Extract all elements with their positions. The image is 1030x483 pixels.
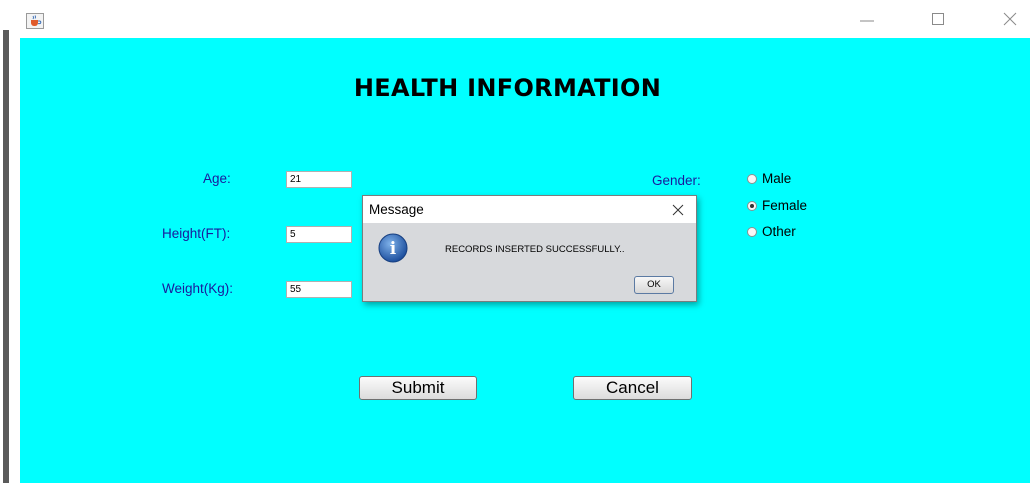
height-field[interactable]: 5	[286, 226, 352, 243]
weight-label: Weight(Kg):	[162, 281, 234, 296]
java-cup-icon[interactable]	[26, 13, 44, 29]
maximize-icon	[932, 13, 944, 25]
cancel-button[interactable]: Cancel	[573, 376, 692, 400]
close-button[interactable]	[995, 6, 1025, 32]
window-left-edge	[0, 0, 12, 483]
maximize-button[interactable]	[923, 6, 953, 32]
dialog-title: Message	[369, 202, 424, 217]
svg-text:i: i	[390, 239, 397, 259]
message-dialog: Message i RECORDS INSERTED SUCCESSFULLY.…	[362, 195, 697, 302]
height-label: Height(FT):	[162, 226, 231, 241]
minimize-button[interactable]	[852, 6, 882, 32]
gender-option-label: Female	[762, 198, 808, 213]
submit-button[interactable]: Submit	[359, 376, 477, 400]
gender-radio-female[interactable]: Female	[747, 198, 807, 213]
info-icon: i	[378, 233, 408, 263]
age-field[interactable]: 21	[286, 171, 352, 188]
close-icon	[1003, 12, 1017, 26]
gender-radio-male[interactable]: Male	[747, 171, 791, 186]
gender-option-label: Other	[762, 224, 796, 239]
dialog-titlebar[interactable]: Message	[363, 196, 696, 223]
gender-label: Gender:	[652, 173, 701, 188]
ok-button[interactable]: OK	[634, 276, 674, 294]
close-icon[interactable]	[670, 202, 686, 218]
radio-unchecked-icon	[747, 227, 757, 237]
minimize-icon	[860, 20, 874, 22]
age-label: Age:	[203, 171, 231, 186]
weight-field[interactable]: 55	[286, 281, 352, 298]
dialog-message: RECORDS INSERTED SUCCESSFULLY..	[445, 244, 625, 255]
gender-option-label: Male	[762, 171, 792, 186]
gender-radio-other[interactable]: Other	[747, 224, 796, 239]
radio-checked-icon	[747, 201, 757, 211]
page-title: HEALTH INFORMATION	[353, 74, 662, 102]
radio-unchecked-icon	[747, 174, 757, 184]
left-edge-bar	[3, 30, 9, 483]
